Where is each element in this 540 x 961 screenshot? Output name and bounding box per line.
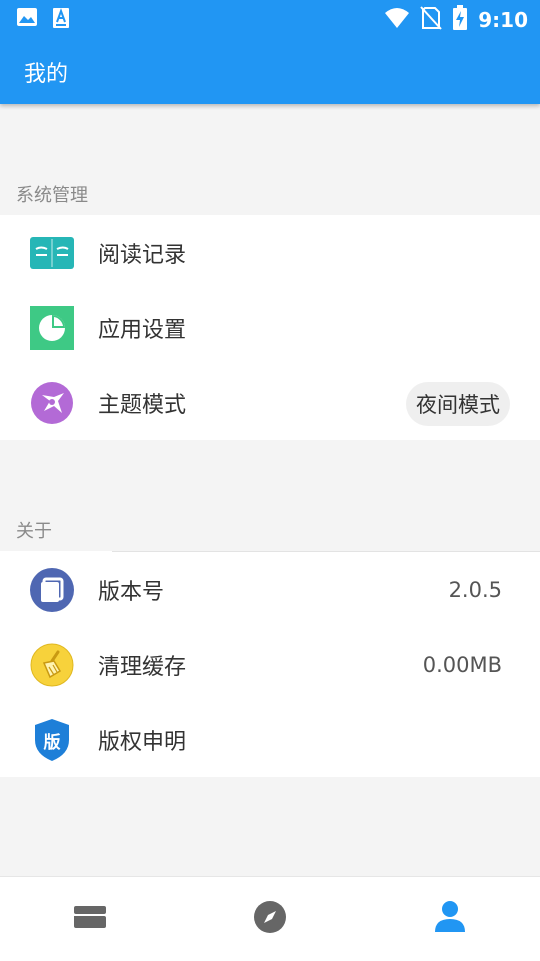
about-group: 版本号 2.0.5 清理缓存 0.00MB 版 版权申明 (0, 551, 540, 777)
image-icon (16, 7, 38, 33)
version-value: 2.0.5 (448, 578, 502, 602)
nav-tab-mine[interactable] (360, 877, 540, 961)
copyright-shield-icon: 版 (30, 718, 74, 762)
shelf-icon (72, 902, 108, 936)
menu-item-label: 阅读记录 (98, 243, 187, 268)
menu-item-app-settings[interactable]: 应用设置 (0, 290, 540, 366)
theme-icon (30, 381, 74, 425)
compass-icon (253, 900, 287, 938)
menu-item-reading-history[interactable]: 阅读记录 (0, 215, 540, 291)
text-a-icon (52, 7, 70, 33)
menu-item-label: 版权申明 (98, 730, 187, 755)
menu-item-clear-cache[interactable]: 清理缓存 0.00MB (0, 627, 540, 703)
menu-item-label: 清理缓存 (98, 655, 187, 680)
menu-item-label: 版本号 (98, 580, 165, 605)
broom-icon (30, 643, 74, 687)
nav-tab-discover[interactable] (180, 877, 360, 961)
night-mode-chip[interactable]: 夜间模式 (406, 382, 510, 426)
status-time: 9:10 (478, 8, 528, 32)
version-icon (30, 568, 74, 612)
menu-item-version[interactable]: 版本号 2.0.5 (0, 552, 540, 628)
no-sim-icon (420, 6, 442, 34)
book-icon (30, 231, 74, 275)
menu-item-label: 应用设置 (98, 318, 187, 343)
wifi-icon (384, 7, 410, 33)
section-label-system: 系统管理 (16, 185, 88, 206)
section-label-about: 关于 (16, 521, 52, 542)
battery-charging-icon (452, 5, 468, 35)
menu-item-label: 主题模式 (98, 393, 187, 418)
copyright-badge-text: 版 (43, 732, 61, 753)
system-group: 阅读记录 应用设置 主题模式 夜间模式 (0, 215, 540, 440)
status-bar: 9:10 (0, 0, 540, 36)
menu-item-theme-mode[interactable]: 主题模式 夜间模式 (0, 365, 540, 441)
page-title: 我的 (24, 62, 69, 87)
cache-size-value: 0.00MB (422, 653, 502, 677)
nav-tab-shelf[interactable] (0, 877, 180, 961)
bottom-navigation (0, 876, 540, 961)
app-bar: 9:10 我的 (0, 0, 540, 104)
pie-chart-icon (30, 306, 74, 350)
menu-item-copyright[interactable]: 版 版权申明 (0, 702, 540, 778)
person-icon (434, 900, 466, 938)
